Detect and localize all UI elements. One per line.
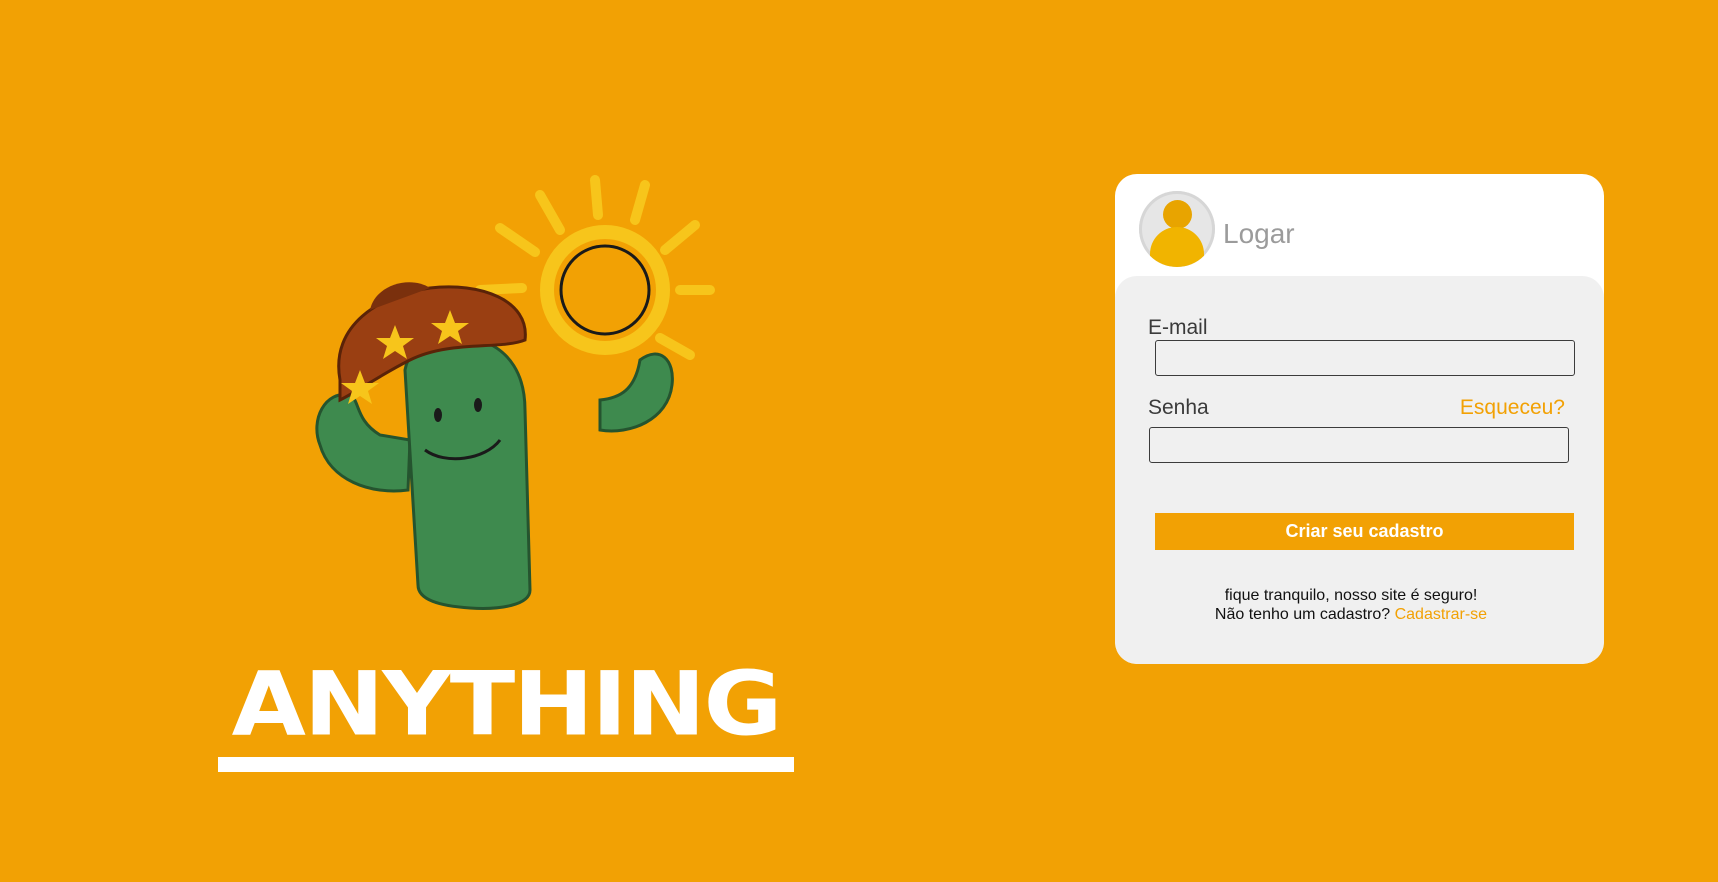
- create-account-button[interactable]: Criar seu cadastro: [1155, 513, 1574, 550]
- user-avatar-icon: [1139, 191, 1215, 267]
- no-account-text: Não tenho um cadastro?: [1214, 606, 1395, 623]
- signup-prompt: Não tenho um cadastro? Cadastrar-se: [1115, 606, 1587, 624]
- brand-logo-underline: [218, 757, 794, 772]
- login-card: Logar E-mail Senha Esqueceu? Criar seu c…: [1115, 174, 1604, 664]
- email-label: E-mail: [1148, 316, 1208, 339]
- email-field[interactable]: [1155, 340, 1575, 376]
- signup-link[interactable]: Cadastrar-se: [1395, 606, 1487, 623]
- password-label: Senha: [1148, 396, 1209, 419]
- security-note: fique tranquilo, nosso site é seguro!: [1224, 587, 1478, 604]
- login-form-panel: E-mail Senha Esqueceu? Criar seu cadastr…: [1115, 276, 1604, 664]
- cactus-mascot-illustration: [315, 175, 715, 610]
- forgot-password-link[interactable]: Esqueceu?: [1460, 396, 1565, 420]
- login-title: Logar: [1223, 218, 1295, 249]
- password-field[interactable]: [1149, 427, 1569, 463]
- brand-logo: Anything: [231, 652, 783, 756]
